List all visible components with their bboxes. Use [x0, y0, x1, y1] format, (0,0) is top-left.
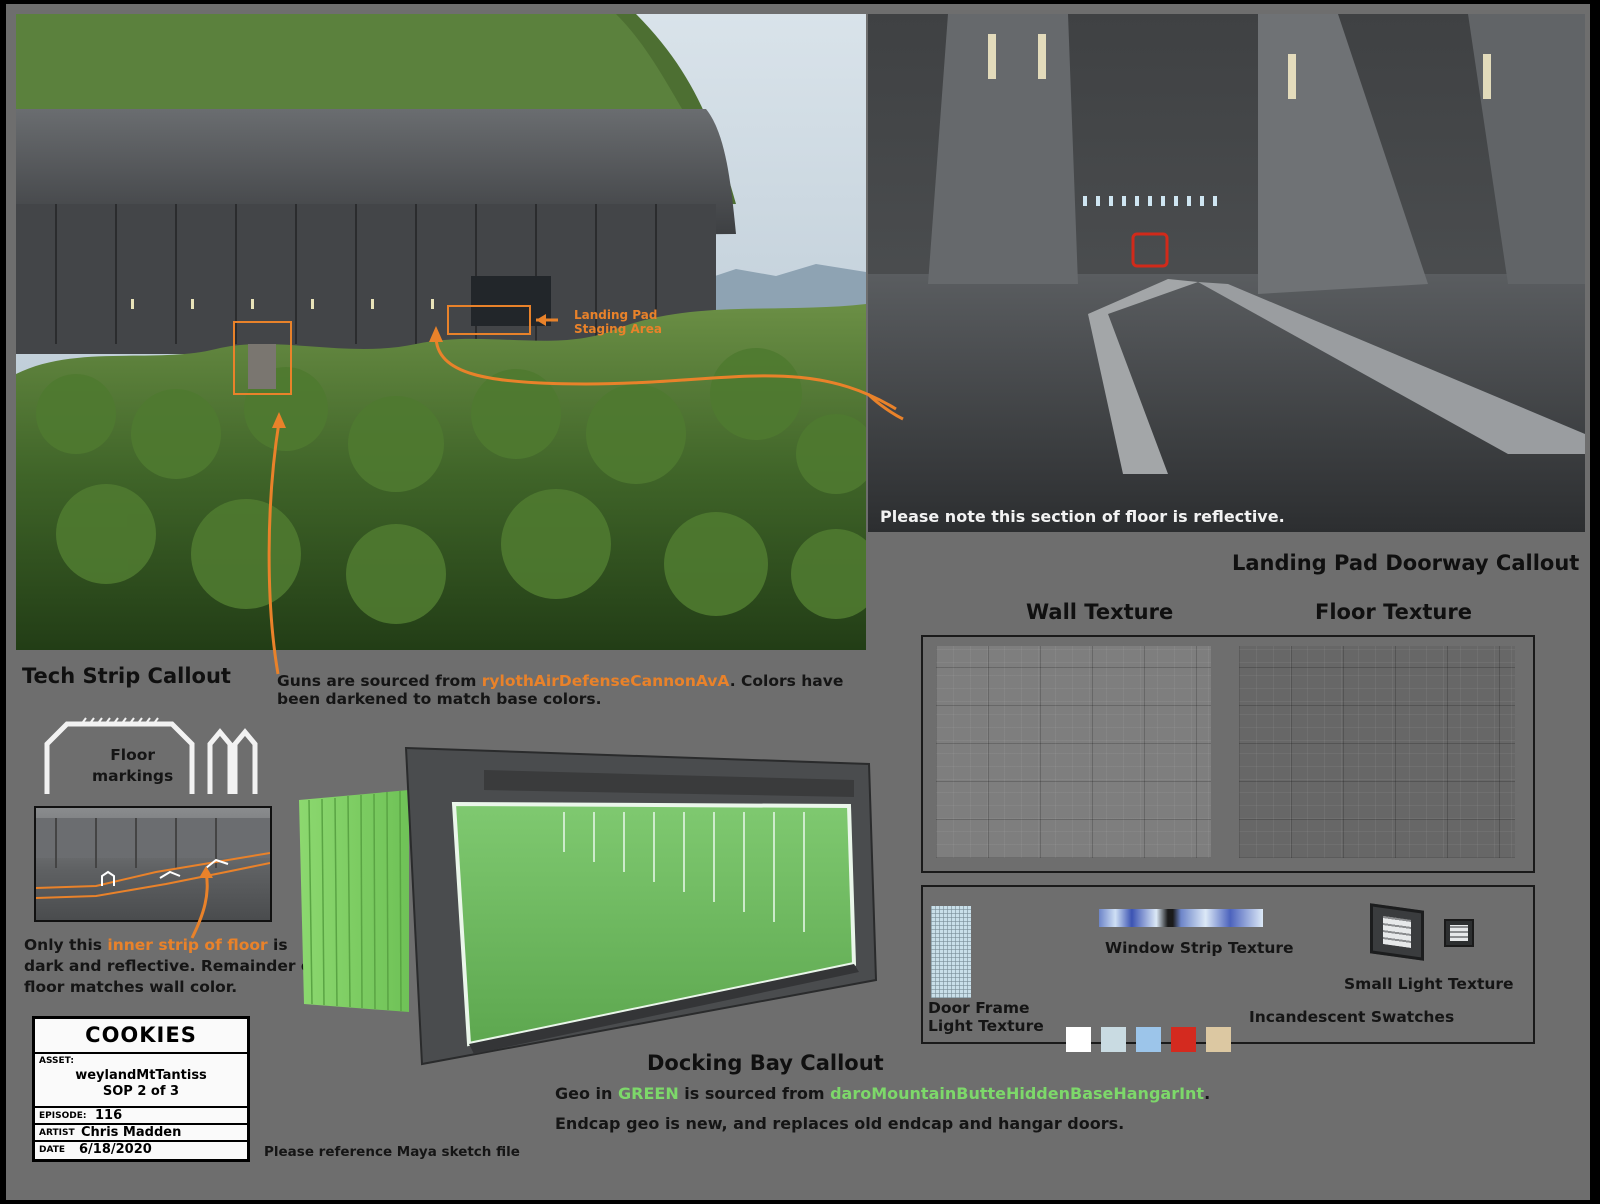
reflective-floor-note: Please note this section of floor is ref…: [880, 507, 1285, 526]
guns-note: Guns are sourced from rylothAirDefenseCa…: [277, 672, 843, 708]
card-episode-label: EPISODE:: [39, 1111, 87, 1121]
small-light-texture-swatch-small: [1444, 919, 1474, 947]
incandescent-swatch-5: [1206, 1027, 1231, 1052]
guns-note-pre: Guns are sourced from: [277, 672, 482, 690]
docking-bay-callout-title: Docking Bay Callout: [647, 1051, 884, 1075]
card-date-label: DATE: [39, 1145, 66, 1155]
geo-note-post: .: [1204, 1084, 1211, 1103]
geo-note-mid: is sourced from: [678, 1084, 831, 1103]
maya-reference-note: Please reference Maya sketch file: [264, 1144, 520, 1160]
floor-markings-label: Floor markings: [92, 746, 174, 785]
hangar-interior-render: Please note this section of floor is ref…: [868, 14, 1585, 532]
card-date-value: 6/18/2020: [79, 1142, 152, 1157]
card-logo: COOKIES: [85, 1023, 197, 1047]
landing-pad-doorway-callout-title: Landing Pad Doorway Callout: [1232, 551, 1580, 575]
window-strip-texture-label: Window Strip Texture: [1105, 939, 1294, 957]
door-frame-light-texture-label: Door Frame Light Texture: [928, 999, 1044, 1035]
card-asset-value: weylandMtTantiss SOP 2 of 3: [75, 1068, 207, 1099]
door-frame-light-texture-swatch: [931, 906, 971, 998]
geo-note-green-word: GREEN: [618, 1084, 679, 1103]
texture-panel: [921, 635, 1535, 873]
window-strip-texture-swatch: [1099, 909, 1263, 927]
endcap-note: Endcap geo is new, and replaces old endc…: [555, 1114, 1125, 1133]
inner-strip-note-highlight: inner strip of floor: [107, 936, 268, 954]
docking-bay-render: [299, 746, 878, 1066]
card-artist-label: ARTIST: [39, 1128, 75, 1138]
incandescent-swatch-4: [1171, 1027, 1196, 1052]
inner-strip-callout-arrow: [190, 866, 213, 939]
card-asset-row: ASSET: weylandMtTantiss SOP 2 of 3: [35, 1052, 247, 1108]
geo-note-asset: daroMountainButteHiddenBaseHangarInt: [830, 1084, 1205, 1103]
geo-note: Geo in GREEN is sourced from daroMountai…: [555, 1084, 1210, 1104]
tech-strip-render: [34, 806, 272, 922]
wall-texture-swatch: [936, 646, 1211, 858]
concept-sheet: Landing Pad Staging Area Please note thi…: [6, 4, 1590, 1200]
incandescent-swatches-label: Incandescent Swatches: [1249, 1008, 1455, 1026]
tech-strip-callout-title: Tech Strip Callout: [22, 664, 231, 688]
hangar-interior-illustration: [868, 14, 1585, 532]
card-asset-label: ASSET:: [39, 1056, 74, 1066]
incandescent-swatch-1: [1066, 1027, 1091, 1052]
inner-strip-note-pre: Only this: [24, 936, 108, 954]
wall-texture-title: Wall Texture: [1026, 600, 1174, 624]
incandescent-swatch-2: [1101, 1027, 1126, 1052]
geo-note-pre: Geo in: [555, 1084, 618, 1103]
incandescent-swatch-3: [1136, 1027, 1161, 1052]
inner-strip-note: Only this inner strip of floor is dark a…: [24, 935, 318, 998]
landing-pad-callout-arrow: [429, 326, 897, 411]
card-date-row: DATE 6/18/2020: [35, 1140, 247, 1159]
floor-texture-swatch: [1239, 646, 1515, 858]
tech-strip-illustration: [36, 818, 270, 899]
guns-callout-arrow: [267, 412, 286, 675]
guns-note-asset: rylothAirDefenseCannonAvA: [481, 672, 730, 690]
small-light-texture-label: Small Light Texture: [1344, 975, 1514, 993]
card-episode-value: 116: [95, 1108, 123, 1123]
floor-texture-title: Floor Texture: [1315, 600, 1472, 624]
small-light-texture-swatch-large: [1370, 903, 1424, 961]
card-artist-value: Chris Madden: [81, 1125, 182, 1140]
title-card: COOKIES ASSET: weylandMtTantiss SOP 2 of…: [32, 1016, 250, 1162]
